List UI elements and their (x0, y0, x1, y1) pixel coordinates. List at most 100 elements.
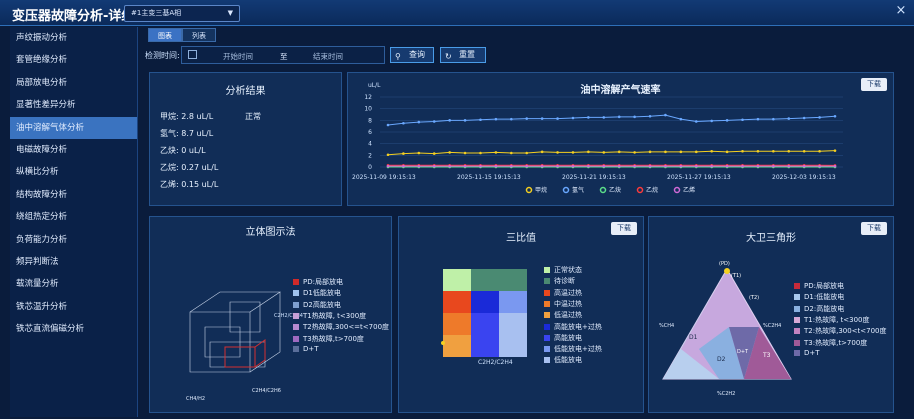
series-point (710, 149, 713, 153)
sidebar-item[interactable]: 绕组热定分析 (10, 206, 137, 228)
series-point (664, 164, 667, 168)
series-point (463, 164, 467, 168)
y-tick-label: 10 (364, 106, 372, 113)
sidebar-item[interactable]: 载流量分析 (10, 273, 137, 295)
legend-swatch (544, 267, 550, 273)
series-point (694, 120, 698, 123)
download-button[interactable]: 下载 (611, 222, 637, 235)
series-point (510, 164, 513, 168)
series-point (772, 164, 775, 168)
result-status: 正常 (245, 112, 261, 121)
series-point (818, 149, 821, 153)
end-date-input[interactable]: 结束时间 (313, 51, 343, 62)
x-tick-label: 2025-11-27 19:15:13 (667, 174, 731, 181)
sidebar-item[interactable]: 频异判断法 (10, 251, 137, 273)
close-button[interactable]: × (894, 4, 908, 18)
title-bar: 变压器故障分析-详细 #1主变三基A相 ▼ × (0, 0, 914, 26)
reset-button[interactable]: ↻ 重置 (440, 47, 486, 63)
result-panel: 分析结果 甲烷: 2.8 uL/L 正常 氢气: 8.7 uL/L 乙炔: 0 … (149, 72, 342, 206)
series-point (664, 113, 667, 117)
sidebar-item[interactable]: 套管绝缘分析 (10, 49, 137, 71)
view-tabs: 图表 列表 (148, 28, 216, 42)
sidebar-item[interactable]: 电磁故障分析 (10, 139, 137, 161)
series-point (386, 153, 390, 157)
sidebar-item[interactable]: 声纹振动分析 (10, 27, 137, 49)
series-point (710, 164, 713, 168)
device-select[interactable]: #1主变三基A相 ▼ (124, 5, 240, 22)
ratio-xlabel: C2H2/C2H4 (478, 359, 513, 366)
legend-item: D1低能放电 (293, 288, 341, 298)
legend-swatch (293, 301, 299, 308)
y-tick-label: 0 (368, 164, 372, 171)
sidebar-item[interactable]: 油中溶解气体分析 (10, 116, 137, 139)
three-d-cube-diagram: CH4/H2 C2H4/C2H6 (186, 291, 281, 402)
series-point (710, 119, 713, 123)
tab-chart[interactable]: 图表 (148, 28, 182, 42)
result-label: 甲烷: (160, 112, 179, 121)
legend-swatch (794, 316, 800, 323)
legend-swatch (794, 328, 800, 335)
ratio-panel: 三比值 下载 C2H2/C2H4 正常状态 待诊断 高温过热 中温过热 低温过热 高能放电… (398, 216, 644, 413)
legend-item: T3热故障,t>700度 (293, 334, 364, 344)
legend-label: 高温过热 (554, 288, 582, 297)
series-point (725, 164, 729, 168)
series-point (602, 151, 606, 154)
series-point (741, 164, 744, 168)
series-point (741, 149, 744, 153)
sidebar-item[interactable]: 负荷能力分析 (10, 229, 137, 251)
duval-region-t3: T3 (762, 352, 771, 359)
tab-list[interactable]: 列表 (182, 28, 216, 42)
series-point (402, 121, 405, 125)
chevron-down-icon: ▼ (227, 9, 233, 17)
series-point (432, 120, 436, 123)
legend-label: T1热故障, t<300度 (303, 311, 367, 320)
gas-rate-chart: 0 2 4 6 8 10 12 uL/L 2025-11-09 19:15:13 2025-11-… (352, 82, 843, 194)
legend-label: PD:局部放电 (303, 278, 343, 286)
y-tick-label: 6 (368, 129, 372, 136)
duval-triangle: (PD) (T1) (T2) D1 D2 T3 D+T %CH4 %C2H4 %… (659, 261, 792, 397)
legend-label: 正常状态 (554, 266, 582, 274)
result-value: 8.7 uL/L (181, 129, 214, 138)
date-range-input[interactable]: 开始时间 至 结束时间 (181, 46, 385, 64)
series-point (617, 164, 621, 168)
legend-label: PD:局部放电 (804, 282, 844, 290)
download-button[interactable]: 下载 (861, 222, 887, 235)
series-point (494, 151, 498, 154)
refresh-icon: ↻ (445, 52, 452, 61)
legend-label: D1低能放电 (303, 289, 341, 298)
y-tick-label: 2 (368, 152, 372, 159)
device-select-value: #1主变三基A相 (131, 9, 182, 17)
sidebar-item[interactable]: 铁芯直流偏磁分析 (10, 318, 137, 340)
legend-item: T1热故障, t<300度 (293, 311, 366, 321)
legend-item: D+T (293, 345, 319, 353)
legend-swatch (794, 339, 800, 346)
series-point (818, 116, 821, 119)
series-point (602, 164, 606, 168)
sidebar-item[interactable]: 局部放电分析 (10, 72, 137, 94)
legend-item: 低能放电+过热 (544, 344, 602, 354)
legend-label: 高能放电+过热 (554, 322, 602, 331)
start-date-input[interactable]: 开始时间 (223, 51, 253, 62)
result-value: 2.8 uL/L (181, 112, 214, 121)
legend-label: 高能放电 (554, 333, 582, 342)
sidebar-item[interactable]: 显著性差异分析 (10, 94, 137, 116)
series-point (648, 114, 652, 118)
series-point (540, 164, 544, 168)
result-row-c2h4: 乙烯: 0.15 uL/L (160, 179, 218, 190)
series-point (402, 152, 405, 155)
series-point (617, 150, 621, 154)
sidebar-item[interactable]: 纵横比分析 (10, 161, 137, 183)
calendar-icon (188, 50, 197, 59)
result-title: 分析结果 (225, 86, 266, 97)
legend-item: PD:局部放电 (293, 277, 343, 287)
query-button[interactable]: ⚲ 查询 (390, 47, 434, 63)
series-point (772, 149, 775, 153)
series-point (540, 117, 544, 120)
legend-marker (599, 186, 607, 194)
legend-item: 待诊断 (544, 276, 575, 286)
sidebar-item[interactable]: 结构故障分析 (10, 184, 137, 206)
series-point (818, 164, 821, 168)
sidebar-item[interactable]: 铁芯温升分析 (10, 296, 137, 318)
legend-label: 低能放电+过热 (554, 345, 602, 354)
date-range-separator: 至 (280, 52, 288, 61)
